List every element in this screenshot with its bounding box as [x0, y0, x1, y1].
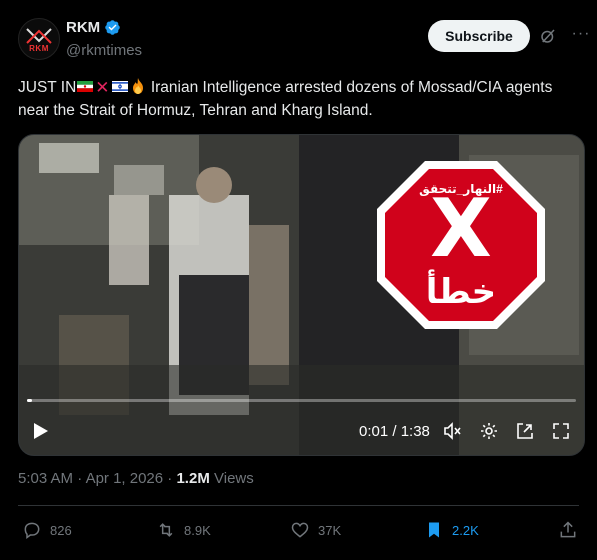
stamp-x-mark: X: [430, 182, 492, 275]
bookmark-count: 2.2K: [452, 522, 479, 538]
heart-icon: [291, 522, 309, 538]
like-button[interactable]: 37K: [290, 520, 341, 540]
share-icon: [560, 521, 576, 538]
video-player[interactable]: #النهار_تتحقق X خطأ 0:01 / 1:38: [18, 134, 585, 456]
reply-icon: [24, 522, 40, 539]
more-options-icon[interactable]: ···: [570, 24, 592, 46]
divider: [18, 505, 579, 506]
grok-icon[interactable]: [539, 27, 557, 45]
author-handle[interactable]: @rkmtimes: [66, 42, 142, 59]
fact-check-false-stamp: #النهار_تتحقق X خطأ: [375, 159, 547, 331]
video-progress-bar[interactable]: [27, 399, 576, 402]
avatar-text: RKM: [29, 44, 49, 53]
fire-icon: [132, 77, 143, 94]
fullscreen-icon[interactable]: [551, 421, 571, 441]
repost-count: 8.9K: [184, 522, 211, 538]
views-label: Views: [214, 470, 254, 487]
reply-button[interactable]: 826: [22, 520, 72, 540]
bookmark-icon: [429, 522, 439, 538]
tweet-date[interactable]: Apr 1, 2026: [86, 470, 164, 487]
israel-flag-icon: [111, 81, 128, 93]
tweet-time[interactable]: 5:03 AM: [18, 470, 73, 487]
tweet-text: JUST IN ✕ Iranian Intelligence arrested d…: [18, 76, 580, 122]
reply-count: 826: [50, 522, 72, 538]
like-count: 37K: [318, 522, 342, 538]
rkm-logo-icon: [25, 27, 53, 45]
play-icon[interactable]: [33, 422, 49, 440]
bookmark-button[interactable]: 2.2K: [424, 520, 479, 540]
stamp-verdict: خطأ: [425, 273, 497, 311]
tweet-actions: 826 8.9K 37K 2.2K: [18, 520, 579, 548]
tweet-header: RKM RKM @rkmtimes Subscribe ···: [18, 18, 597, 62]
cross-mark-icon: ✕: [95, 78, 110, 98]
tweet-text-prefix: JUST IN: [18, 79, 77, 96]
settings-gear-icon[interactable]: [479, 421, 499, 441]
views-count: 1.2M: [176, 470, 210, 487]
iran-flag-icon: [77, 81, 94, 93]
repost-button[interactable]: 8.9K: [156, 520, 211, 540]
subscribe-button[interactable]: Subscribe: [428, 20, 530, 52]
video-controls: 0:01 / 1:38: [19, 411, 584, 451]
repost-icon: [159, 523, 173, 537]
share-button[interactable]: [558, 520, 578, 540]
mute-icon[interactable]: [443, 421, 463, 441]
pop-out-icon[interactable]: [515, 421, 535, 441]
verified-badge-icon: [105, 20, 120, 35]
avatar[interactable]: RKM: [18, 18, 60, 60]
video-progress-fill: [27, 399, 33, 402]
video-time: 0:01 / 1:38: [359, 423, 430, 440]
author-name[interactable]: RKM: [66, 19, 100, 36]
tweet-meta: 5:03 AM · Apr 1, 2026 · 1.2M Views: [18, 470, 254, 487]
